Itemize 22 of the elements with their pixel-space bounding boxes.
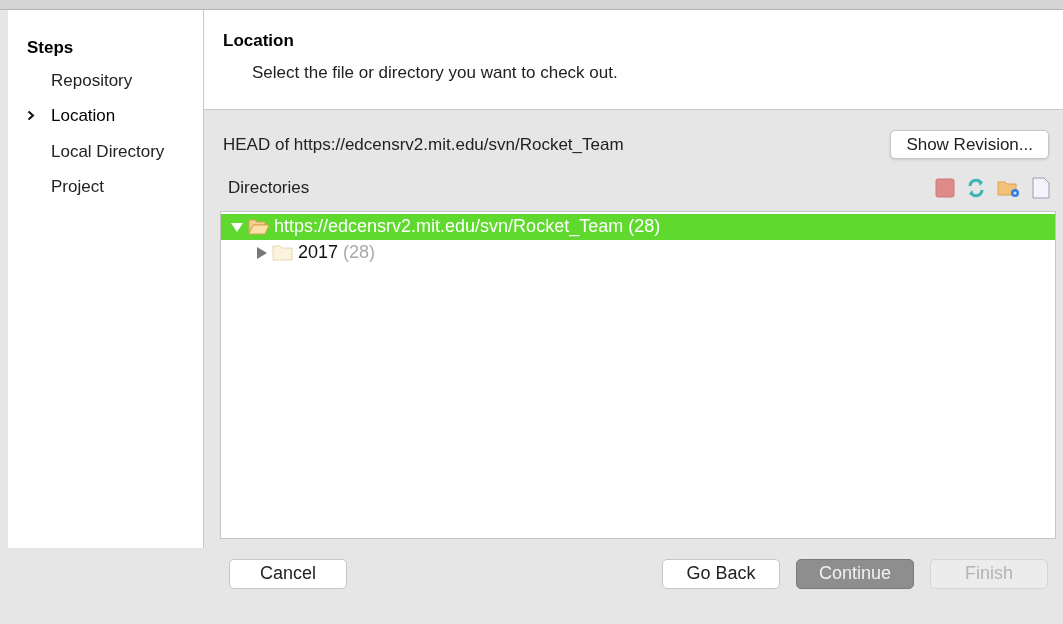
folder-icon	[272, 244, 294, 261]
steps-title: Steps	[27, 37, 75, 59]
collapsed-triangle-icon[interactable]	[257, 246, 267, 259]
expanded-triangle-icon[interactable]	[231, 221, 243, 232]
show-revision-button[interactable]: Show Revision...	[890, 130, 1049, 159]
step-item: Project	[51, 176, 104, 198]
dialog-button[interactable]: Cancel	[229, 558, 347, 589]
refresh-icon[interactable]	[966, 176, 986, 199]
step-item: Location	[51, 105, 116, 127]
stop-icon[interactable]	[935, 177, 955, 198]
open-folder-icon	[248, 218, 270, 235]
item-count: (28)	[628, 215, 661, 238]
file-icon[interactable]	[1032, 176, 1050, 199]
step-item: Local Directory	[51, 140, 165, 163]
revision-label: HEAD of https://edcensrv2.mit.edu/svn/Rocket_Team	[223, 133, 624, 156]
dialog-button[interactable]: Go Back	[662, 558, 780, 589]
step-item: Repository	[51, 69, 133, 92]
item-count: (28)	[343, 241, 376, 264]
page-title: Location	[223, 30, 294, 52]
tree-item-label[interactable]: 2017	[298, 239, 339, 266]
directories-label: Directories	[228, 177, 310, 199]
page-description: Select the file or directory you want to check out.	[252, 61, 618, 84]
